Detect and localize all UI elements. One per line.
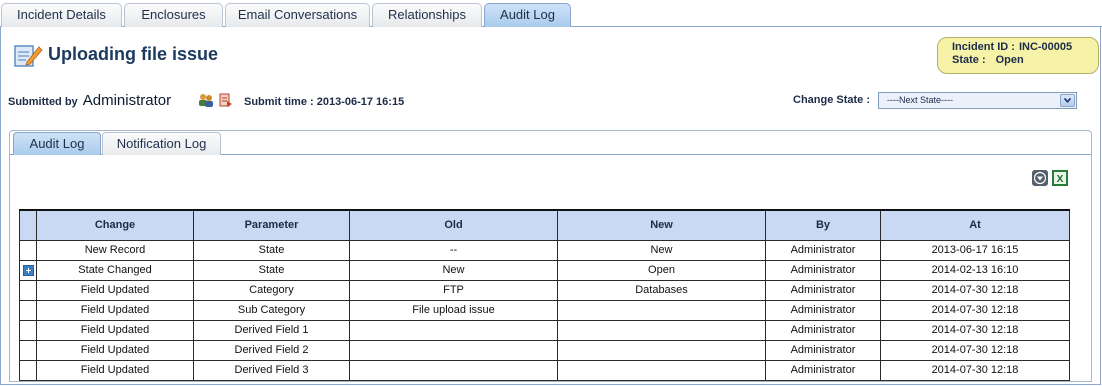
column-header-old[interactable]: Old xyxy=(349,209,558,241)
incident-state-value: Open xyxy=(995,54,1024,66)
submitted-by-label: Submitted by xyxy=(8,96,78,108)
cell-parameter: State xyxy=(193,259,350,281)
edit-document-icon xyxy=(14,45,43,67)
users-icon[interactable] xyxy=(199,94,213,107)
column-header-new[interactable]: New xyxy=(557,209,766,241)
table-row: Field Updated Sub Category File upload i… xyxy=(19,299,1070,321)
row-expand-cell xyxy=(19,339,37,361)
cell-at: 2014-07-30 12:18 xyxy=(880,359,1070,381)
cell-at: 2014-07-30 12:18 xyxy=(880,279,1070,301)
cell-change: Field Updated xyxy=(36,319,194,341)
cell-by: Administrator xyxy=(765,279,881,301)
change-state-label: Change State : xyxy=(793,94,871,106)
expand-plus-icon[interactable] xyxy=(22,264,34,276)
cell-at: 2013-06-17 16:15 xyxy=(880,239,1070,261)
submitted-by: Submitted by Administrator xyxy=(8,92,171,109)
cell-parameter: Sub Category xyxy=(193,299,350,321)
tab-audit-log[interactable]: Audit Log xyxy=(484,3,571,27)
table-header-row: Change Parameter Old New By At xyxy=(19,209,1070,241)
cell-change: Field Updated xyxy=(36,299,194,321)
cell-new xyxy=(557,359,766,381)
row-expand-cell xyxy=(19,239,37,261)
cell-new: Open xyxy=(557,259,766,281)
cell-new xyxy=(557,339,766,361)
submit-time: Submit time : 2013-06-17 16:15 xyxy=(244,96,404,108)
cell-at: 2014-07-30 12:18 xyxy=(880,319,1070,341)
cell-old xyxy=(349,359,558,381)
tab-email-conversations[interactable]: Email Conversations xyxy=(225,3,370,27)
cell-parameter: Derived Field 2 xyxy=(193,339,350,361)
cell-change: Field Updated xyxy=(36,359,194,381)
change-state-select[interactable]: ----Next State---- xyxy=(878,92,1077,109)
cell-by: Administrator xyxy=(765,259,881,281)
cell-parameter: Derived Field 3 xyxy=(193,359,350,381)
row-expand-cell xyxy=(19,299,37,321)
cell-change: Field Updated xyxy=(36,279,194,301)
tab-incident-details[interactable]: Incident Details xyxy=(1,3,122,27)
tab-enclosures[interactable]: Enclosures xyxy=(124,3,223,27)
column-header-change[interactable]: Change xyxy=(36,209,194,241)
cell-old: -- xyxy=(349,239,558,261)
cell-new xyxy=(557,319,766,341)
sub-tab-bar: Audit Log Notification Log xyxy=(10,131,1091,155)
change-state-value: ----Next State---- xyxy=(887,95,953,105)
cell-new: New xyxy=(557,239,766,261)
cell-new: Databases xyxy=(557,279,766,301)
cell-at: 2014-02-13 16:10 xyxy=(880,259,1070,281)
cell-parameter: State xyxy=(193,239,350,261)
table-row: State Changed State New Open Administrat… xyxy=(19,259,1070,281)
cell-old: New xyxy=(349,259,558,281)
incident-info-box: Incident ID : INC-00005 State : Open xyxy=(937,37,1099,74)
cell-old xyxy=(349,339,558,361)
user-remove-icon[interactable] xyxy=(219,93,232,107)
incident-id-label: Incident ID : xyxy=(952,41,1015,53)
submit-time-value: 2013-06-17 16:15 xyxy=(316,96,405,108)
svg-text:X: X xyxy=(1057,174,1064,185)
cell-change: State Changed xyxy=(36,259,194,281)
tab-relationships[interactable]: Relationships xyxy=(372,3,482,27)
subtab-audit-log[interactable]: Audit Log xyxy=(13,132,101,155)
cell-change: New Record xyxy=(36,239,194,261)
cell-at: 2014-07-30 12:18 xyxy=(880,339,1070,361)
table-row: New Record State -- New Administrator 20… xyxy=(19,239,1070,261)
cell-parameter: Category xyxy=(193,279,350,301)
column-header-by[interactable]: By xyxy=(765,209,881,241)
cell-new xyxy=(557,299,766,321)
user-icons xyxy=(199,93,232,107)
row-expand-cell xyxy=(19,259,37,281)
cell-old xyxy=(349,319,558,341)
table-row: Field Updated Derived Field 2 Administra… xyxy=(19,339,1070,361)
cell-by: Administrator xyxy=(765,339,881,361)
submit-time-label: Submit time : xyxy=(244,96,314,108)
column-header-at[interactable]: At xyxy=(880,209,1070,241)
cell-by: Administrator xyxy=(765,359,881,381)
audit-log-table: Change Parameter Old New By At New Recor… xyxy=(19,209,1070,381)
incident-state-label: State : xyxy=(952,54,986,66)
page-title: Uploading file issue xyxy=(48,44,219,64)
row-expand-cell xyxy=(19,359,37,381)
cell-by: Administrator xyxy=(765,299,881,321)
excel-export-icon[interactable]: X xyxy=(1052,170,1068,186)
cell-old: File upload issue xyxy=(349,299,558,321)
subtab-notification-log[interactable]: Notification Log xyxy=(102,132,221,155)
cell-change: Field Updated xyxy=(36,339,194,361)
table-row: Field Updated Derived Field 1 Administra… xyxy=(19,319,1070,341)
column-header-parameter[interactable]: Parameter xyxy=(193,209,350,241)
cell-by: Administrator xyxy=(765,239,881,261)
table-row: Field Updated Derived Field 3 Administra… xyxy=(19,359,1070,381)
submitted-by-user: Administrator xyxy=(82,92,172,109)
audit-panel: Audit Log Notification Log X Change Para… xyxy=(9,130,1092,382)
table-row: Field Updated Category FTP Databases Adm… xyxy=(19,279,1070,301)
cell-by: Administrator xyxy=(765,319,881,341)
top-tab-bar: Incident Details Enclosures Email Conver… xyxy=(0,0,1102,27)
row-expand-cell xyxy=(19,319,37,341)
row-expand-cell xyxy=(19,279,37,301)
filter-icon[interactable] xyxy=(1032,170,1048,186)
cell-parameter: Derived Field 1 xyxy=(193,319,350,341)
chevron-down-icon[interactable] xyxy=(1060,94,1075,107)
cell-at: 2014-07-30 12:18 xyxy=(880,299,1070,321)
incident-id-value: INC-00005 xyxy=(1018,41,1073,53)
cell-old: FTP xyxy=(349,279,558,301)
expand-column-header xyxy=(19,209,37,241)
